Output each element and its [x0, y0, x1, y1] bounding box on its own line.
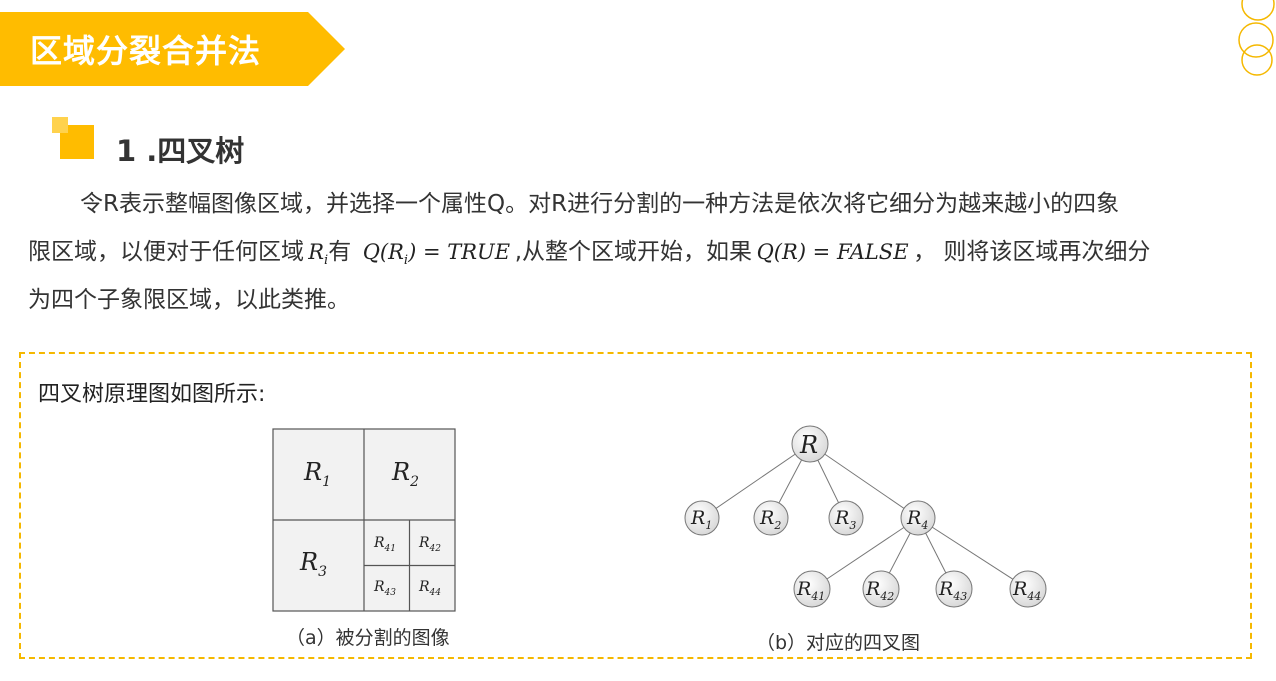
decorative-circles-icon	[1238, 0, 1275, 76]
tree-label-root: R	[799, 431, 818, 459]
figure-b-caption: （b）对应的四叉图	[756, 632, 921, 654]
paragraph-line-1: 令R表示整幅图像区域，并选择一个属性Q。对R进行分割的一种方法是依次将它细分为越…	[80, 191, 1120, 217]
partitioned-image-figure: R1 R2 R3 R41 R42 R43 R44	[272, 428, 456, 612]
section-square-icon	[52, 117, 94, 159]
paragraph-line-2: 限区域，以便对于任何区域 Ri有 Q(Ri) = TRUE ,从整个区域开始，如…	[28, 239, 1151, 269]
figure-a-caption: （a）被分割的图像	[286, 627, 450, 649]
section-title: 1 .四叉树	[116, 134, 245, 168]
page-title: 区域分裂合并法	[30, 32, 262, 70]
description-paragraph: 令R表示整幅图像区域，并选择一个属性Q。对R进行分割的一种方法是依次将它细分为越…	[28, 180, 1248, 324]
paragraph-line-3: 为四个子象限区域，以此类推。	[28, 287, 350, 313]
math-q-ri-true: Q(Ri) = TRUE	[362, 240, 511, 269]
header-banner: 区域分裂合并法	[0, 12, 345, 86]
math-q-r-false: Q(R) = FALSE	[756, 240, 909, 264]
math-ri: Ri	[308, 240, 329, 269]
quadtree-figure: R R1 R2 R3 R4 R41 R42 R43 R44	[684, 425, 1047, 608]
figure-box-label: 四叉树原理图如图所示:	[38, 382, 266, 407]
